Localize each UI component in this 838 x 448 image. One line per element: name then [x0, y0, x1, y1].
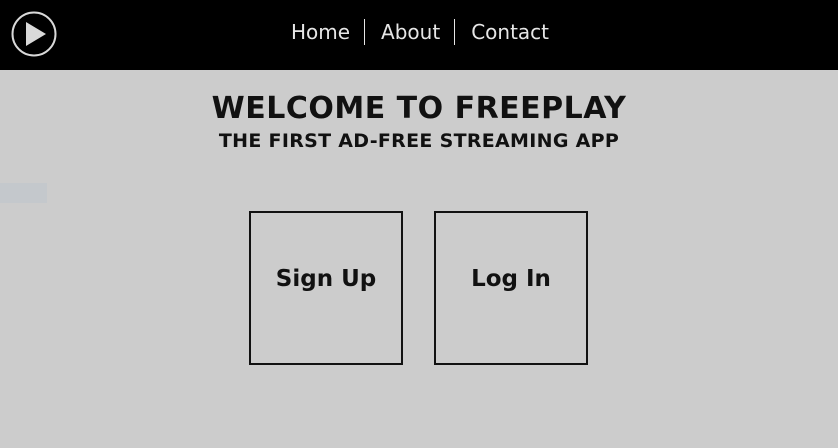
log-in-button[interactable]: Log In: [434, 211, 588, 365]
welcome-heading: WELCOME TO FREEPLAY THE FIRST AD-FREE ST…: [0, 90, 838, 154]
top-navbar: Home About Contact: [0, 0, 838, 70]
main-nav: Home About Contact: [0, 0, 838, 64]
page-title: WELCOME TO FREEPLAY: [211, 91, 627, 126]
side-tab: [0, 183, 47, 203]
sign-up-button[interactable]: Sign Up: [249, 211, 403, 365]
page-subtitle: THE FIRST AD-FREE STREAMING APP: [218, 130, 620, 152]
nav-contact-link[interactable]: Contact: [455, 19, 563, 45]
nav-home-link[interactable]: Home: [275, 19, 366, 45]
nav-about-link[interactable]: About: [365, 19, 456, 45]
